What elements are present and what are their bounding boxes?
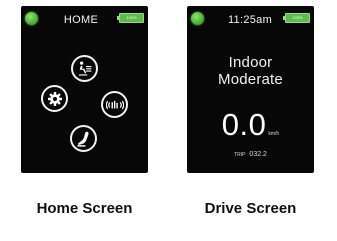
home-title: HOME	[63, 14, 99, 26]
battery-indicator: 100%	[117, 13, 144, 23]
drive-screen: 11:25am 100% Indoor Moderate 0.0 km/h TRI…	[187, 6, 314, 173]
seating-button[interactable]	[71, 55, 98, 82]
status-indicator	[25, 12, 38, 25]
trip-meter: TRIP 032.2	[187, 151, 314, 158]
trip-value: 032.2	[249, 151, 267, 158]
drive-mode-environment: Indoor	[228, 54, 273, 71]
drive-mode-profile: Moderate	[218, 71, 283, 88]
clock: 11:25am	[227, 14, 273, 26]
wireless-icon	[105, 98, 124, 112]
status-indicator	[191, 12, 204, 25]
drive-button[interactable]	[70, 125, 97, 152]
settings-button[interactable]	[41, 85, 68, 112]
wireless-button[interactable]	[101, 91, 128, 118]
speed-unit: km/h	[268, 131, 280, 137]
joystick-icon	[76, 130, 92, 148]
speed-value: 0.0	[221, 107, 267, 142]
drive-screen-caption: Drive Screen	[204, 200, 297, 217]
speed-display: 0.0 km/h	[187, 107, 314, 143]
gear-icon	[47, 91, 63, 107]
seating-icon	[76, 60, 94, 78]
trip-label: TRIP	[234, 152, 246, 158]
home-screen-caption: Home Screen	[36, 200, 133, 217]
home-screen: HOME 100%	[21, 6, 148, 173]
battery-indicator: 100%	[283, 13, 310, 23]
